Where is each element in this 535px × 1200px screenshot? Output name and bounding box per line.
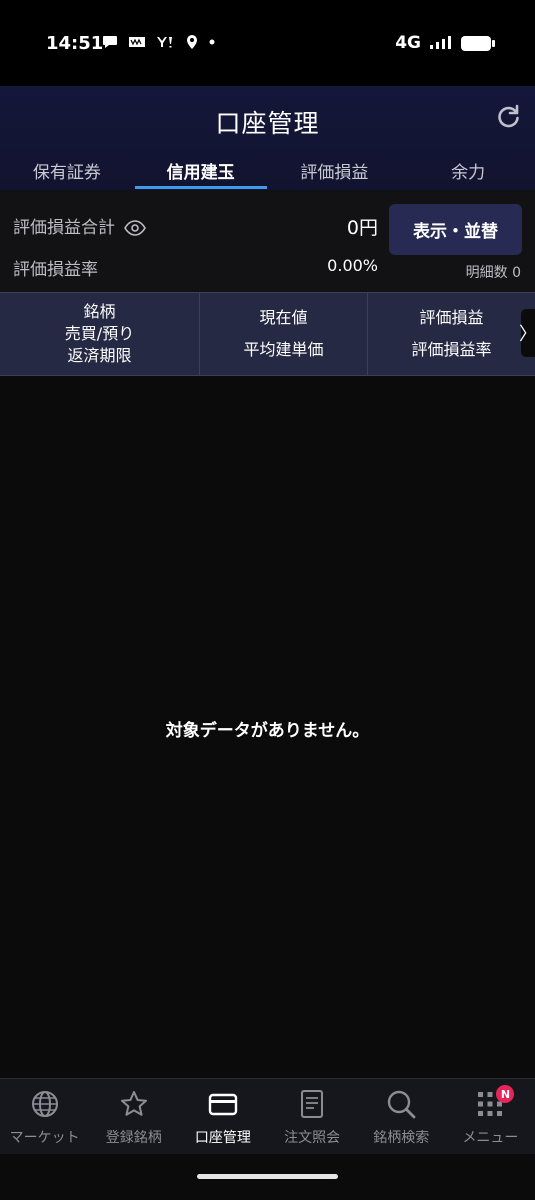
nav-watchlist[interactable]: 登録銘柄 — [89, 1079, 178, 1155]
globe-icon — [31, 1091, 58, 1117]
total-pl-value: 0円 — [346, 217, 378, 239]
location-icon — [187, 35, 197, 49]
bottom-nav: マーケット 登録銘柄 口座管理 注文照会 銘柄検索 N メニュー — [0, 1078, 535, 1155]
column-header-pl[interactable]: 評価損益 評価損益率 — [368, 293, 535, 375]
nav-menu[interactable]: N メニュー — [446, 1079, 535, 1155]
tab-holdings[interactable]: 保有証券 — [0, 148, 134, 190]
document-icon — [301, 1090, 324, 1118]
nav-symbol-search[interactable]: 銘柄検索 — [357, 1079, 446, 1155]
status-bar: 14:51 4G — [0, 0, 535, 86]
news-icon — [129, 37, 145, 47]
yahoo-icon — [157, 37, 172, 48]
table-header: 銘柄 売買/預り 返済期限 現在値 平均建単価 評価損益 評価損益率 〉 — [0, 292, 535, 376]
pl-rate-value: 0.00% — [327, 256, 378, 275]
summary-panel: 評価損益合計 0円 評価損益率 0.00% 表示・並替 明細数 0 — [0, 190, 535, 292]
scroll-right-button[interactable]: 〉 — [519, 309, 535, 357]
eye-icon[interactable] — [124, 220, 147, 236]
dot-icon — [209, 39, 215, 45]
signal-icon — [430, 36, 451, 49]
column-header-symbol[interactable]: 銘柄 売買/預り 返済期限 — [0, 293, 200, 375]
tab-valuation-pl[interactable]: 評価損益 — [268, 148, 402, 190]
battery-icon — [461, 35, 495, 51]
refresh-icon[interactable] — [495, 104, 521, 130]
tab-buying-power[interactable]: 余力 — [401, 148, 535, 190]
app-header: 口座管理 保有証券 信用建玉 評価損益 余力 — [0, 86, 535, 190]
card-icon — [208, 1093, 238, 1116]
search-icon — [388, 1090, 416, 1119]
nav-market[interactable]: マーケット — [0, 1079, 89, 1155]
display-sort-button[interactable]: 表示・並替 — [389, 204, 522, 255]
chat-icon — [103, 36, 117, 48]
column-header-price[interactable]: 現在値 平均建単価 — [200, 293, 368, 375]
empty-message: 対象データがありません。 — [165, 721, 370, 741]
notification-badge: N — [496, 1085, 515, 1103]
total-pl-label: 評価損益合計 — [13, 218, 115, 238]
status-time: 14:51 — [46, 33, 104, 54]
network-label: 4G — [395, 33, 421, 53]
tab-margin-positions[interactable]: 信用建玉 — [134, 148, 268, 190]
pl-rate-label: 評価損益率 — [13, 260, 98, 280]
detail-count: 明細数 0 — [465, 265, 521, 281]
nav-account[interactable]: 口座管理 — [178, 1079, 267, 1155]
page-title: 口座管理 — [215, 109, 320, 138]
nav-orders[interactable]: 注文照会 — [268, 1079, 357, 1155]
home-indicator[interactable] — [197, 1174, 338, 1179]
tab-bar: 保有証券 信用建玉 評価損益 余力 — [0, 148, 535, 190]
star-icon — [120, 1091, 147, 1116]
